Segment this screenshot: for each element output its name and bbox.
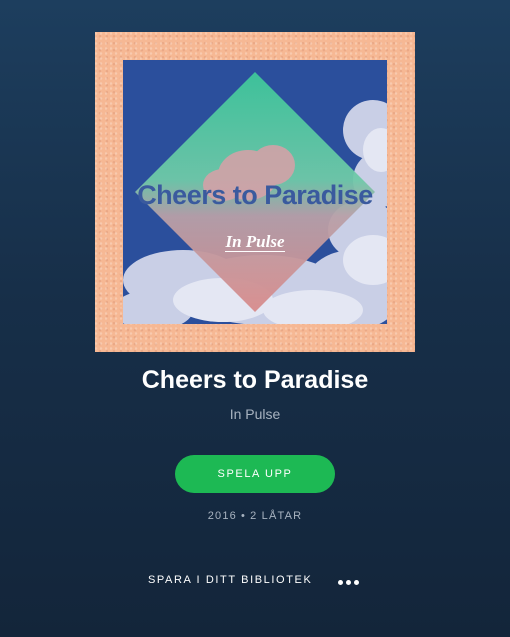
more-horizontal-icon	[345, 579, 351, 585]
release-year: 2016	[207, 510, 237, 522]
play-button[interactable]: SPELA UPP	[175, 455, 335, 493]
track-count: 2 LÅTAR	[250, 510, 303, 522]
album-art-artist-label: In Pulse	[225, 232, 285, 252]
artist-link[interactable]: In Pulse	[0, 406, 510, 422]
album-art-image: Cheers to Paradise In Pulse	[123, 60, 387, 324]
album-meta: 2016 • 2 LÅTAR	[0, 510, 510, 522]
save-to-library-button[interactable]: SPARA I DITT BIBLIOTEK	[148, 574, 312, 586]
more-horizontal-icon	[353, 579, 359, 585]
meta-separator: •	[241, 510, 247, 522]
more-options-button[interactable]	[333, 572, 363, 592]
album-art-title-text: Cheers to Paradise	[137, 180, 373, 210]
album-title: Cheers to Paradise	[141, 366, 369, 394]
album-art-artist-text: In Pulse	[123, 232, 387, 252]
album-cover[interactable]: Cheers to Paradise In Pulse	[95, 32, 415, 352]
more-horizontal-icon	[337, 579, 343, 585]
